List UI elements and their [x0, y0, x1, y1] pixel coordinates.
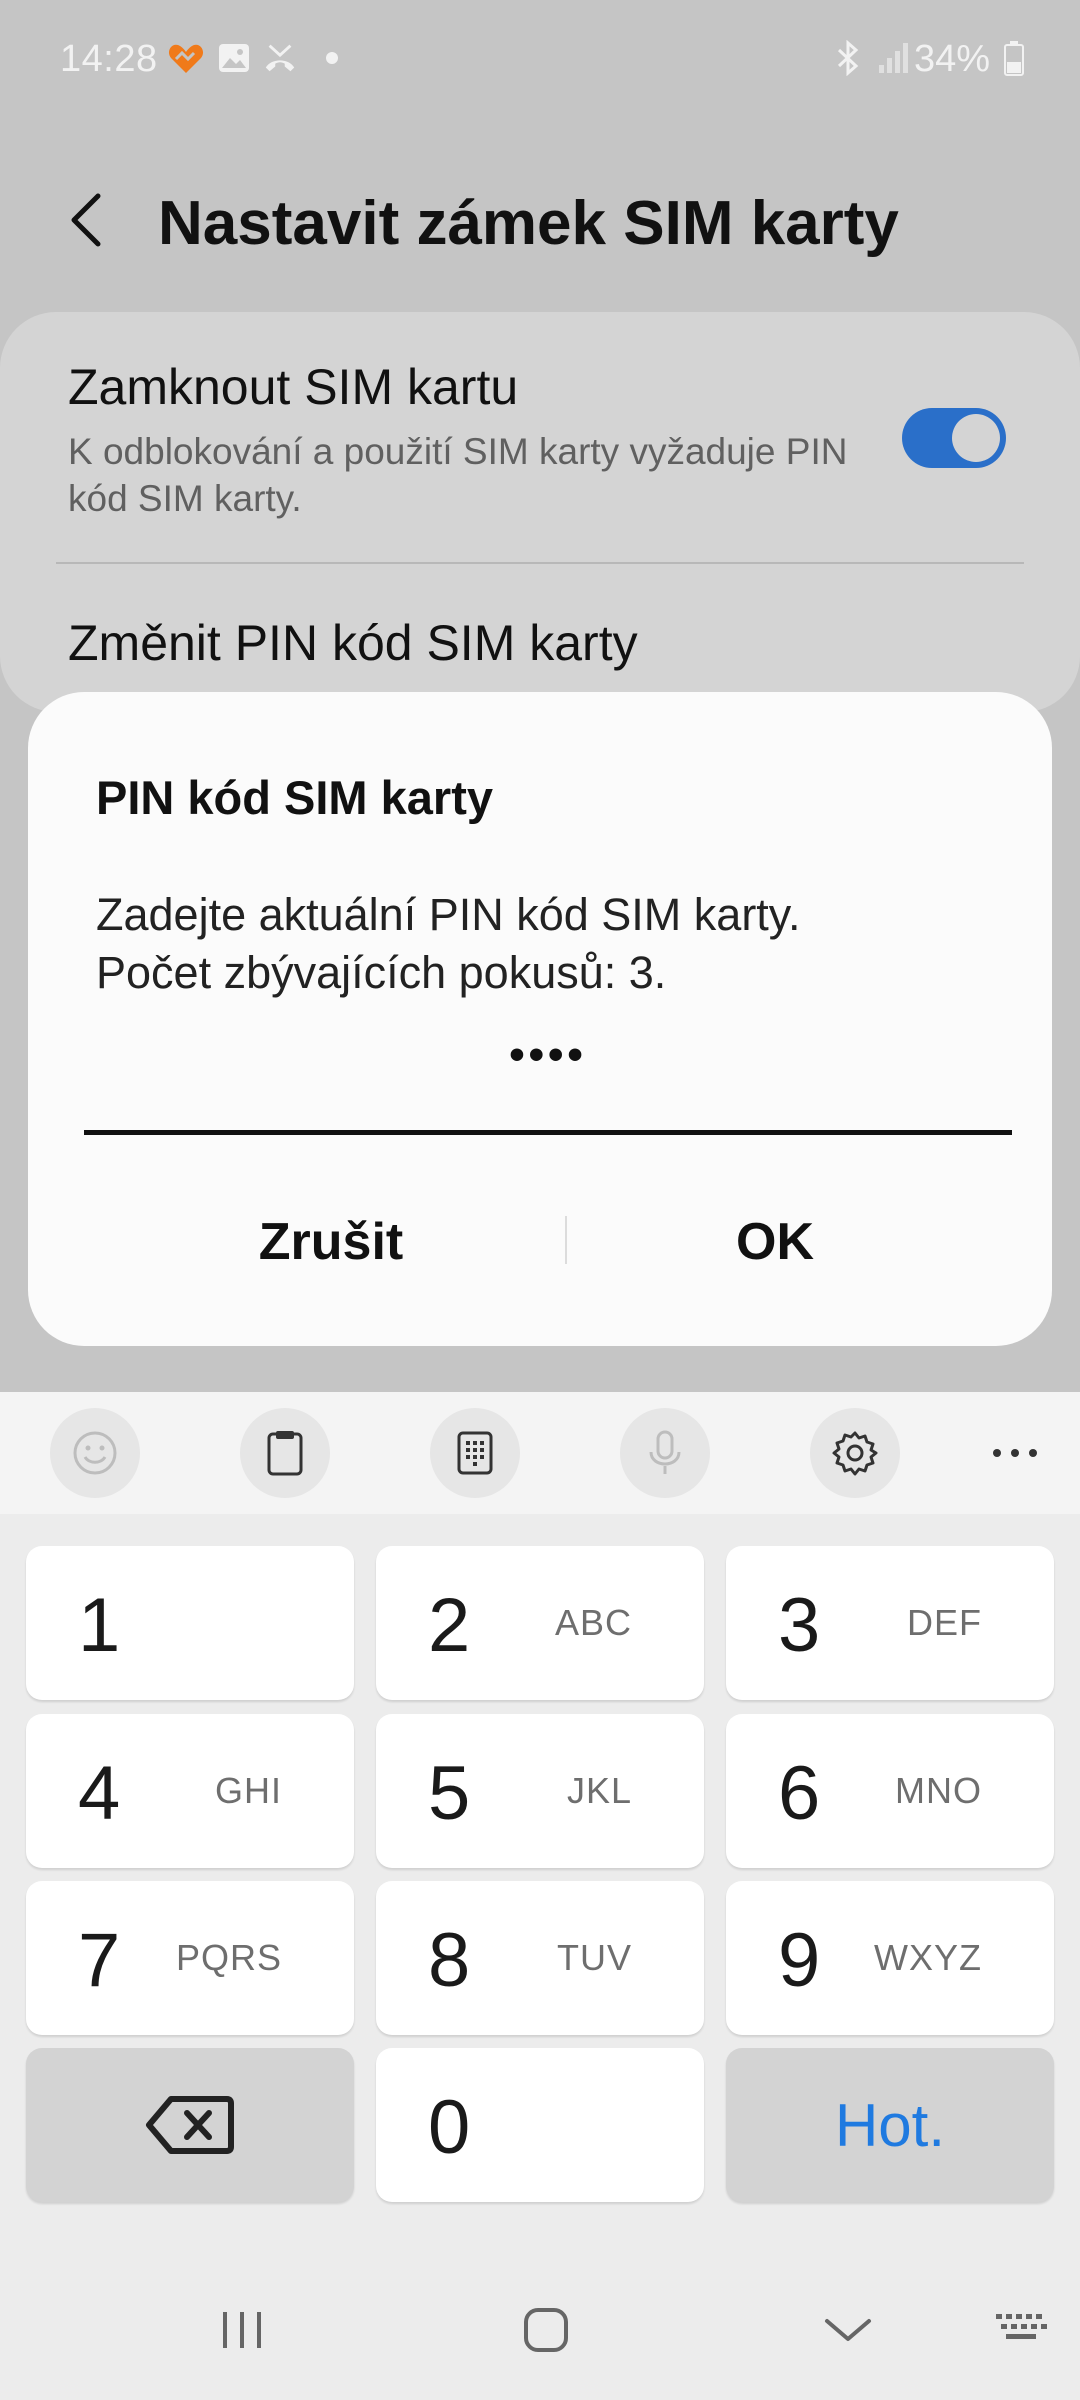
gallery-icon [216, 40, 252, 76]
done-key[interactable]: Hot. [726, 2048, 1054, 2202]
signal-icon [876, 40, 912, 76]
backspace-icon [26, 2048, 354, 2202]
dialog-title: PIN kód SIM karty [96, 771, 493, 824]
key-digit: 5 [428, 1751, 471, 1836]
key-digit: 6 [778, 1751, 821, 1836]
key-6[interactable]: 6 MNO [726, 1714, 1054, 1868]
ok-button[interactable]: OK [568, 1196, 982, 1288]
key-digit: 3 [778, 1583, 821, 1668]
dialog-message-line2: Počet zbývajících pokusů: 3. [96, 947, 667, 998]
key-letters: GHI [214, 1770, 282, 1811]
key-letters: ABC [554, 1602, 632, 1643]
key-digit: 1 [78, 1583, 121, 1668]
backspace-key[interactable] [26, 2048, 354, 2202]
more-icon[interactable] [990, 1430, 1040, 1476]
dialog-message: Zadejte aktuální PIN kód SIM karty. Poče… [96, 886, 996, 1002]
back-button[interactable] [60, 190, 120, 250]
lock-sim-toggle[interactable] [902, 408, 1006, 468]
dialog-message-line1: Zadejte aktuální PIN kód SIM karty. [96, 889, 801, 940]
key-0[interactable]: 0 [376, 2048, 704, 2202]
key-2[interactable]: 2 ABC [376, 1546, 704, 1700]
key-digit: 2 [428, 1583, 471, 1668]
battery-icon [996, 40, 1032, 76]
key-digit: 4 [78, 1751, 121, 1836]
key-5[interactable]: 5 JKL [376, 1714, 704, 1868]
key-letters: PQRS [175, 1937, 282, 1978]
chevron-left-icon [71, 193, 101, 247]
bluetooth-icon [830, 40, 866, 76]
settings-gear-icon[interactable] [810, 1408, 900, 1498]
key-1[interactable]: 1 [26, 1546, 354, 1700]
emoji-icon[interactable] [50, 1408, 140, 1498]
clipboard-icon[interactable] [240, 1408, 330, 1498]
divider [56, 562, 1024, 564]
hide-keyboard-icon[interactable] [808, 2300, 888, 2360]
toggle-knob [952, 414, 1000, 462]
cancel-button[interactable]: Zrušit [96, 1196, 566, 1288]
key-letters: JKL [566, 1770, 632, 1811]
lock-sim-title[interactable]: Zamknout SIM kartu [68, 358, 518, 416]
change-pin-item[interactable]: Změnit PIN kód SIM karty [68, 614, 638, 672]
page-title: Nastavit zámek SIM karty [158, 189, 899, 258]
key-9[interactable]: 9 WXYZ [726, 1881, 1054, 2035]
pin-input-underline [84, 1130, 1012, 1135]
heart-sync-icon [168, 40, 204, 76]
status-time: 14:28 [60, 38, 158, 80]
key-letters: TUV [557, 1937, 632, 1978]
home-icon[interactable] [506, 2300, 586, 2360]
key-digit: 8 [428, 1918, 471, 2003]
key-digit: 9 [778, 1918, 821, 2003]
key-digit: 7 [78, 1918, 121, 2003]
keyboard-toolbar [0, 1392, 1080, 1514]
key-letters: DEF [907, 1602, 982, 1643]
key-letters: MNO [895, 1770, 982, 1811]
key-4[interactable]: 4 GHI [26, 1714, 354, 1868]
key-7[interactable]: 7 PQRS [26, 1881, 354, 2035]
lock-sim-description: K odblokování a použití SIM karty vyžadu… [68, 431, 848, 519]
pin-input[interactable]: •••• [84, 1030, 1012, 1080]
key-digit: 0 [428, 2085, 471, 2170]
battery-percentage: 34% [913, 38, 990, 80]
key-letters: WXYZ [874, 1937, 982, 1978]
microphone-icon[interactable] [620, 1408, 710, 1498]
key-3[interactable]: 3 DEF [726, 1546, 1054, 1700]
keyboard-switch-icon[interactable] [982, 2300, 1062, 2360]
recent-apps-icon[interactable] [202, 2300, 282, 2360]
missed-call-icon [262, 40, 298, 76]
key-8[interactable]: 8 TUV [376, 1881, 704, 2035]
button-divider [565, 1216, 567, 1264]
keypad-icon[interactable] [430, 1408, 520, 1498]
notification-dot-icon [314, 40, 350, 76]
done-label: Hot. [834, 2091, 946, 2159]
